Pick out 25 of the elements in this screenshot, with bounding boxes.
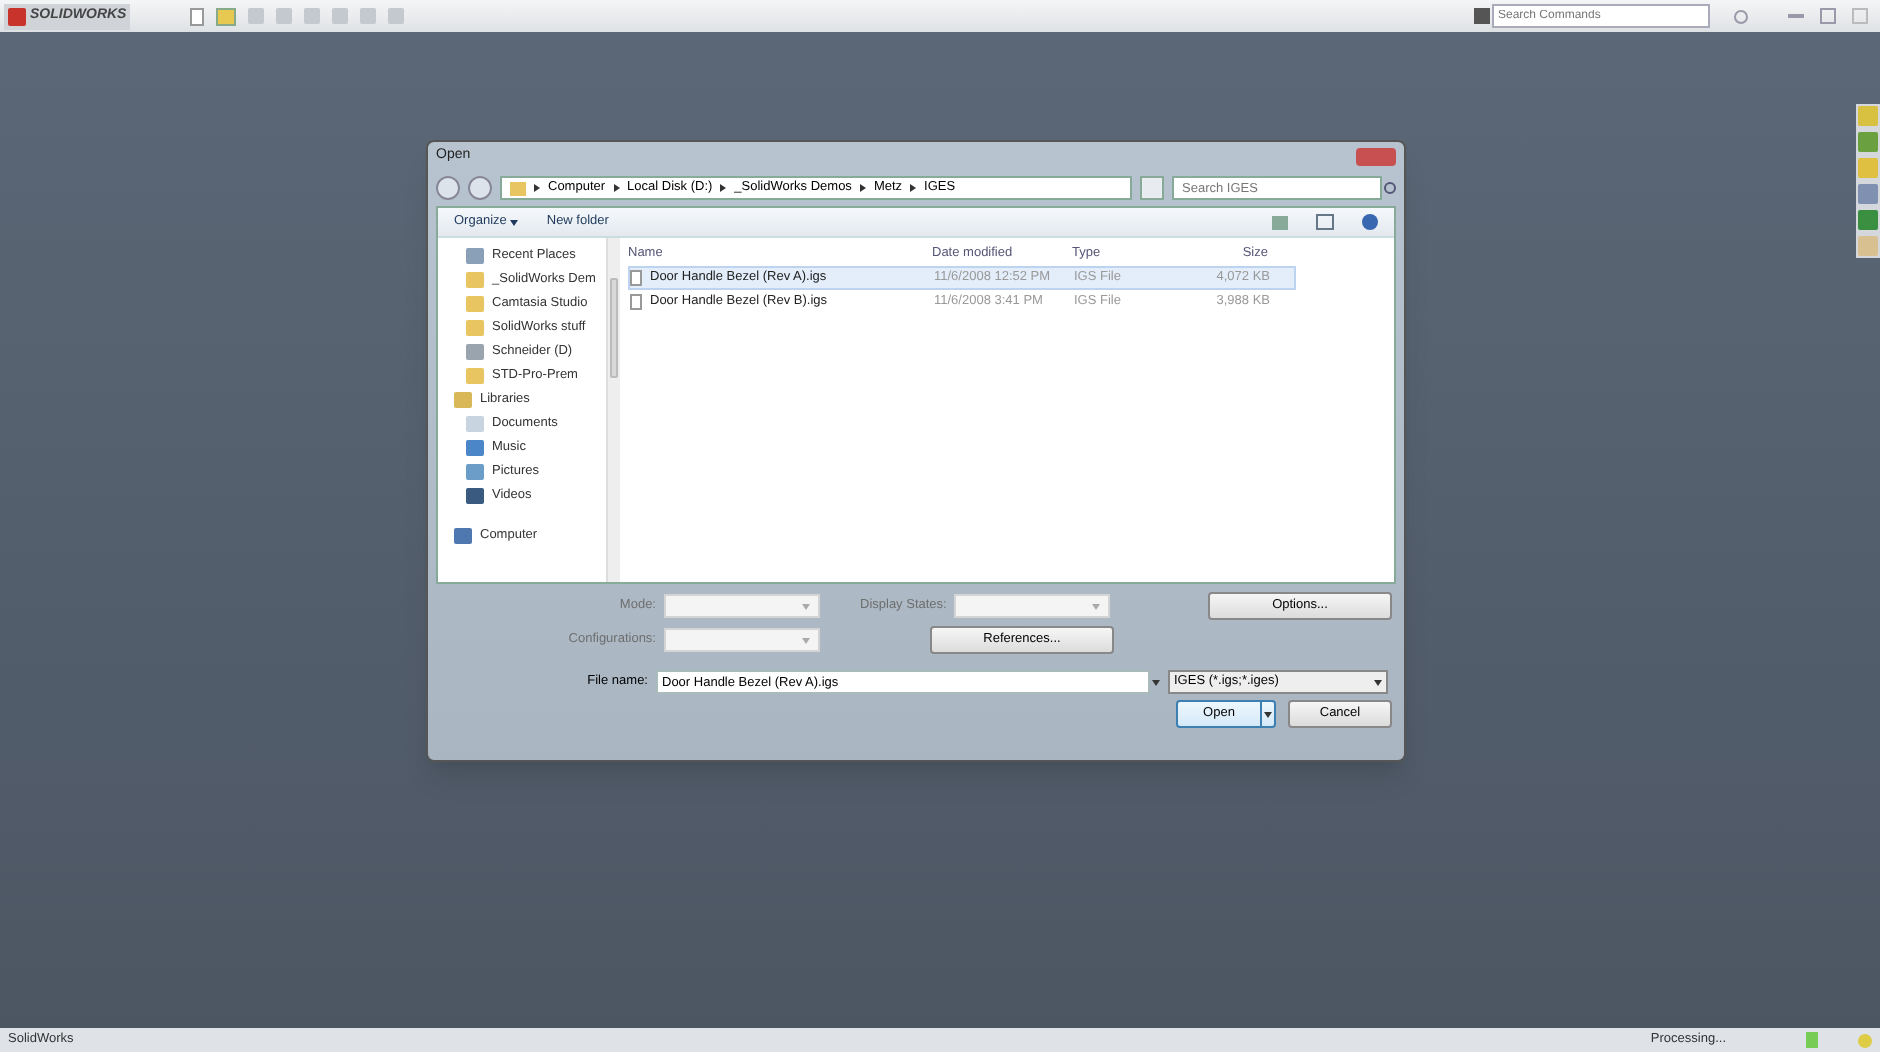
caret-icon xyxy=(1260,702,1274,726)
status-icon xyxy=(1858,1033,1872,1047)
caret-icon xyxy=(1374,679,1382,685)
back-button[interactable] xyxy=(436,176,460,200)
chevron-icon xyxy=(720,184,727,192)
minimize-icon[interactable] xyxy=(1788,14,1804,18)
chevron-icon xyxy=(859,184,866,192)
refresh-button[interactable] xyxy=(1140,176,1164,200)
logo-icon xyxy=(8,7,26,25)
chevron-icon xyxy=(534,184,540,192)
view-icon[interactable] xyxy=(1272,215,1288,229)
caret-icon xyxy=(802,637,810,643)
caret-icon xyxy=(802,603,810,609)
caret-icon xyxy=(510,219,519,225)
forward-button[interactable] xyxy=(468,176,492,200)
close-button[interactable] xyxy=(1356,147,1396,165)
chevron-icon xyxy=(613,184,620,192)
preview-pane-icon[interactable] xyxy=(1316,214,1334,230)
restore-icon[interactable] xyxy=(1820,8,1836,24)
caret-icon xyxy=(1092,603,1101,609)
status-icon xyxy=(1806,1032,1818,1048)
scrollbar[interactable] xyxy=(606,238,620,582)
caret-icon xyxy=(1152,679,1160,685)
new-document-icon[interactable] xyxy=(190,7,205,25)
chevron-icon xyxy=(910,184,917,192)
